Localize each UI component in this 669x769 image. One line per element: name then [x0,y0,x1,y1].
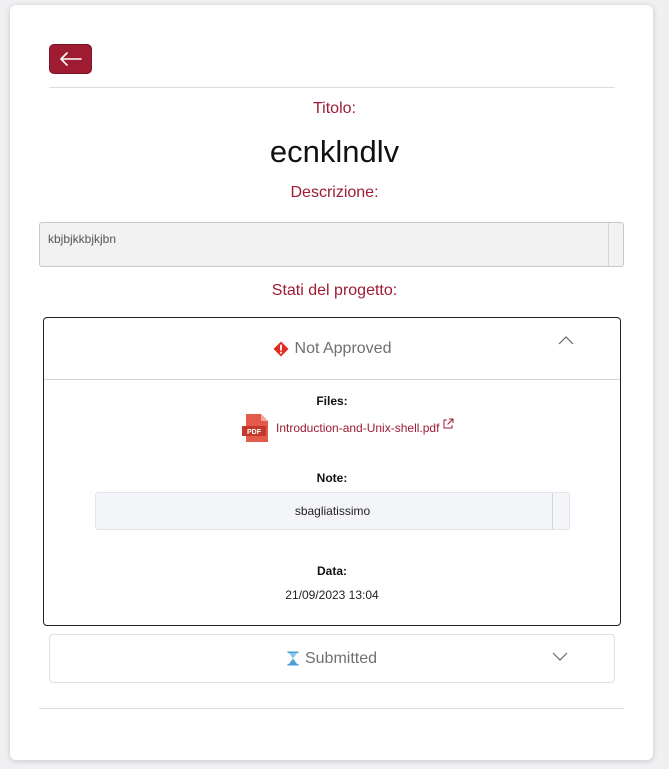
arrow-left-icon [59,52,82,66]
state-accordion-not-approved: Not Approved Files: PDF Introduction-and… [43,317,621,626]
description-field[interactable]: kbjbjkkbjkjbn [39,222,624,267]
status-label: Not Approved [294,339,392,357]
note-label: Note: [316,471,348,485]
date-label: Data: [316,564,347,578]
files-label: Files: [316,394,348,408]
description-label: Descrizione: [290,184,379,201]
hourglass-icon [287,651,299,666]
footer-divider [39,708,624,709]
accordion-header-not-approved[interactable]: Not Approved [44,318,620,380]
error-diamond-icon [273,341,289,356]
date-value: 21/09/2023 13:04 [285,588,379,602]
status-label: Submitted [304,649,378,667]
chevron-down-icon[interactable] [552,652,568,662]
header-divider [49,87,615,88]
title-label: Titolo: [313,100,356,117]
note-scrollbar [552,493,553,529]
svg-text:PDF: PDF [247,429,262,436]
state-accordion-submitted[interactable]: Submitted [49,634,615,683]
description-text: kbjbjkkbjkjbn [48,232,117,246]
file-link[interactable]: PDF Introduction-and-Unix-shell.pdf [242,413,454,443]
pdf-file-icon: PDF [242,414,268,442]
project-states-label: Stati del progetto: [271,282,398,299]
page-title: ecnklndlv [269,134,400,169]
description-scrollbar [608,223,609,266]
file-name[interactable]: Introduction-and-Unix-shell.pdf [276,421,439,435]
note-field[interactable]: sbagliatissimo [95,492,570,530]
note-text: sbagliatissimo [294,504,371,518]
external-link-icon[interactable] [442,418,454,430]
chevron-up-icon[interactable] [558,335,574,345]
back-button[interactable] [49,44,92,74]
